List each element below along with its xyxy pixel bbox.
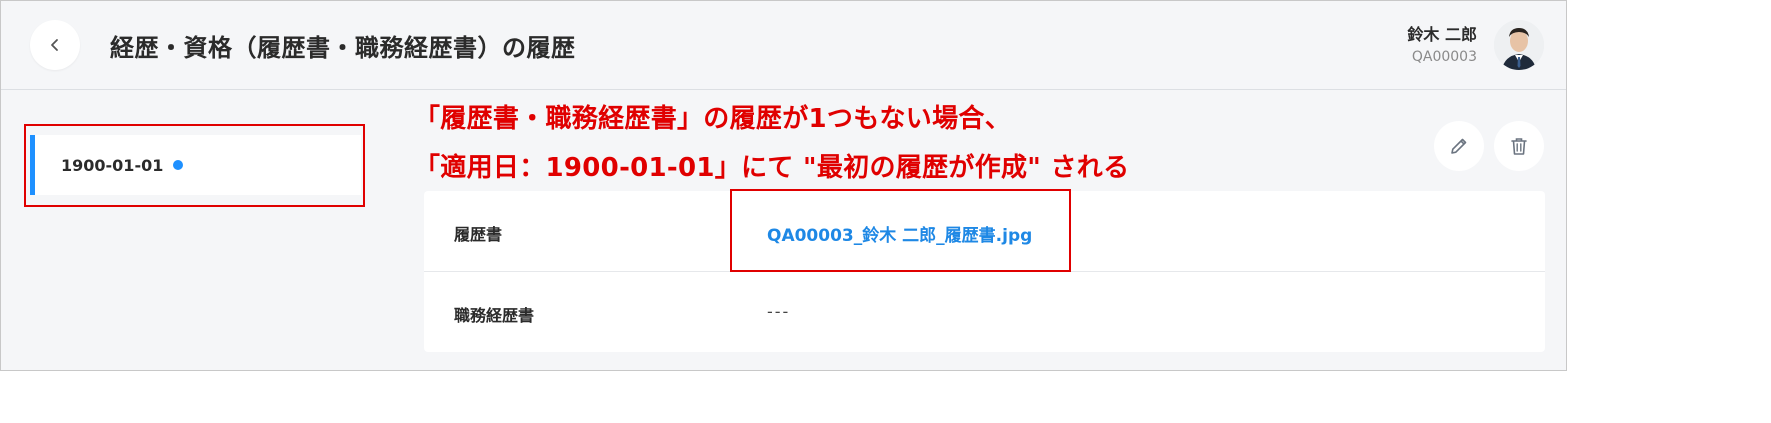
row-value: --- [767, 302, 791, 321]
avatar-image [1494, 20, 1544, 70]
edit-button[interactable] [1434, 121, 1484, 171]
row-label: 職務経歴書 [454, 306, 535, 325]
row-label: 履歴書 [454, 225, 503, 244]
avatar[interactable] [1494, 20, 1544, 70]
trash-icon [1511, 138, 1527, 155]
pencil-icon [1451, 138, 1467, 154]
page-title: 経歴・資格（履歴書・職務経歴書）の履歴 [110, 34, 576, 62]
chevron-left-icon [51, 39, 58, 51]
user-id: QA00003 [1411, 49, 1477, 65]
page-header: 経歴・資格（履歴書・職務経歴書）の履歴 鈴木 二郎 QA00003 [1, 1, 1566, 90]
app-window: 経歴・資格（履歴書・職務経歴書）の履歴 鈴木 二郎 QA00003 1900-0… [0, 0, 1567, 371]
annotation-line-2: 「適用日：1900-01-01」にて "最初の履歴が作成" される [414, 153, 1130, 183]
user-name: 鈴木 二郎 [1407, 25, 1477, 44]
back-button[interactable] [30, 20, 80, 70]
highlight-box-history-item [24, 124, 365, 207]
highlight-box-resume-file [730, 189, 1071, 272]
delete-button[interactable] [1494, 121, 1544, 171]
detail-row-career-history: 職務経歴書 --- [424, 272, 1545, 352]
annotation-line-1: 「履歴書・職務経歴書」の履歴が1つもない場合、 [414, 104, 1011, 134]
